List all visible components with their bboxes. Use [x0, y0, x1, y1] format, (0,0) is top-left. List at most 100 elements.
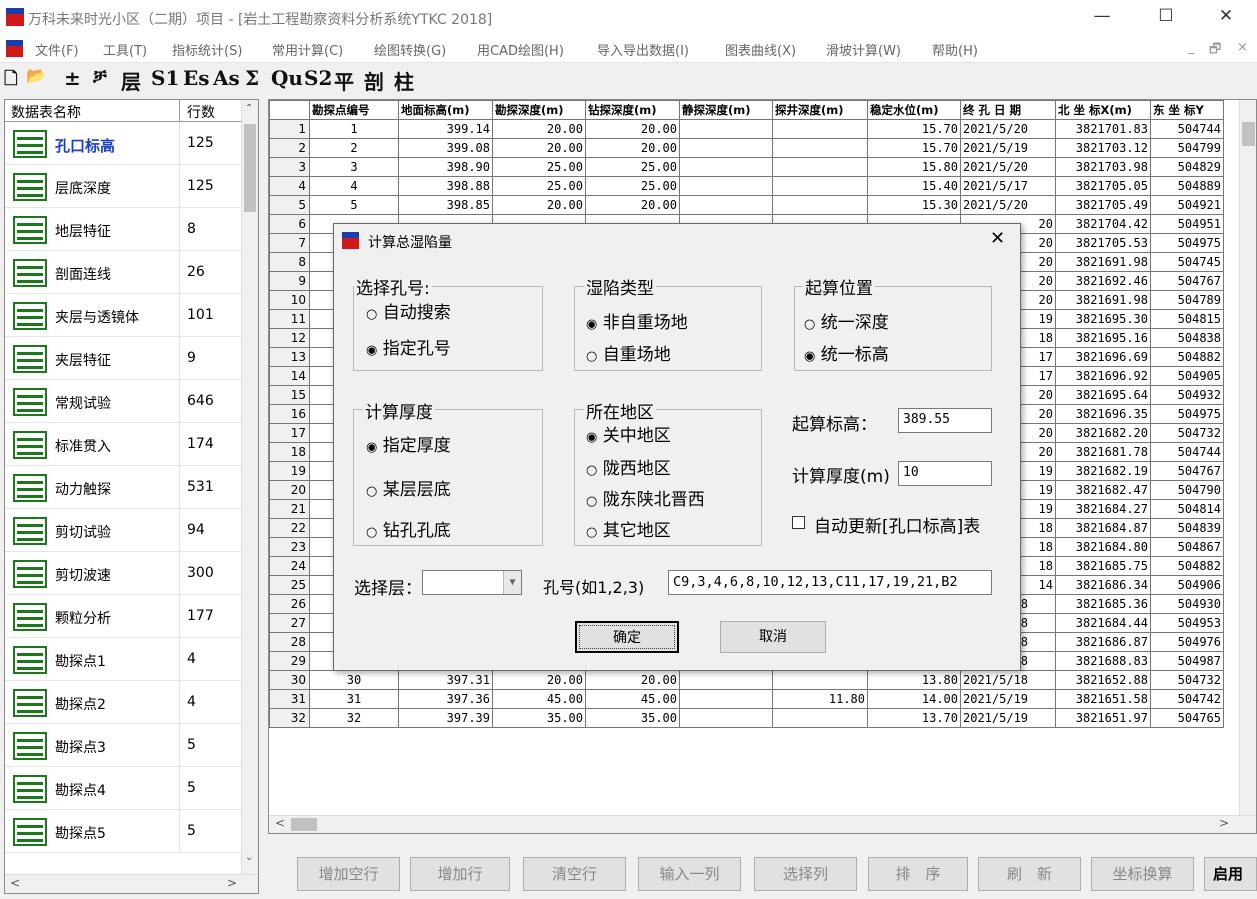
plan-tool-button[interactable]: 平 [334, 66, 354, 95]
grid-cell[interactable]: 504932 [1150, 385, 1224, 405]
grid-cell[interactable]: 3821704.42 [1055, 214, 1151, 234]
grid-cell[interactable]: 14.00 [867, 689, 961, 709]
grid-cell[interactable]: 504767 [1150, 271, 1224, 291]
grid-cell[interactable]: 504767 [1150, 461, 1224, 481]
grid-cell[interactable] [772, 138, 868, 158]
grid-cell[interactable]: 3821686.87 [1055, 632, 1151, 652]
grid-cell[interactable] [679, 157, 773, 177]
grid-cell[interactable]: 504744 [1150, 442, 1224, 462]
menu-import-export[interactable]: 导入导出数据(I) [597, 40, 689, 59]
grid-cell[interactable]: 3821688.83 [1055, 651, 1151, 671]
grid-cell[interactable] [772, 670, 868, 690]
grid-cell[interactable]: 3821682.47 [1055, 480, 1151, 500]
grid-cell[interactable]: 504829 [1150, 157, 1224, 177]
table-list-item[interactable]: 地层特征 8 [5, 208, 241, 251]
grid-cell[interactable] [772, 119, 868, 139]
refresh-button[interactable]: 刷 新 [978, 857, 1081, 891]
radio-hole-bottom[interactable]: ○ 钻孔孔底 [366, 516, 451, 541]
grid-cell[interactable]: 3821685.36 [1055, 594, 1151, 614]
grid-cell[interactable]: 3821685.75 [1055, 556, 1151, 576]
table-row[interactable]: 4 4 398.88 25.00 25.00 15.40 2021/5/17 3821705.… [269, 176, 1224, 196]
grid-cell[interactable]: 35.00 [492, 708, 586, 728]
table-list-item[interactable]: 勘探点2 4 [5, 681, 241, 724]
grid-column-header[interactable]: 东 坐 标Y [1150, 100, 1224, 120]
grid-cell[interactable]: 504732 [1150, 670, 1224, 690]
grid-cell[interactable]: 504839 [1150, 518, 1224, 538]
grid-cell[interactable]: 2021/5/20 [960, 119, 1056, 139]
grid-cell[interactable]: 3821696.35 [1055, 404, 1151, 424]
grid-cell[interactable]: 399.14 [398, 119, 493, 139]
grid-cell[interactable]: 20.00 [585, 138, 680, 158]
table-list-item[interactable]: 夹层与透镜体 101 [5, 294, 241, 337]
start-elevation-input[interactable]: 389.55 [898, 408, 992, 433]
mdi-app-icon[interactable] [6, 40, 23, 57]
grid-cell[interactable]: 2021/5/19 [960, 689, 1056, 709]
menu-file[interactable]: 文件(F) [35, 40, 79, 59]
grid-cell[interactable]: 45.00 [492, 689, 586, 709]
grid-cell[interactable]: 504790 [1150, 480, 1224, 500]
select-column-button[interactable]: 选择列 [754, 857, 857, 891]
grid-cell[interactable]: 3821684.27 [1055, 499, 1151, 519]
grid-column-header[interactable]: 静探深度(m) [679, 100, 773, 120]
table-list-item[interactable]: 勘探点1 4 [5, 638, 241, 681]
grid-cell[interactable]: 398.88 [398, 176, 493, 196]
grid-cell[interactable]: 3821695.16 [1055, 328, 1151, 348]
s1-tool-button[interactable]: S1 [151, 66, 179, 90]
grid-column-header[interactable]: 勘探深度(m) [492, 100, 586, 120]
grid-cell[interactable]: 3821651.58 [1055, 689, 1151, 709]
sort-button[interactable]: 排 序 [868, 857, 968, 891]
grid-cell[interactable] [772, 176, 868, 196]
table-list-hscrollbar[interactable]: < > [5, 874, 258, 893]
grid-cell[interactable] [679, 138, 773, 158]
grid-cell[interactable]: 504814 [1150, 499, 1224, 519]
grid-column-header[interactable]: 勘探点编号 [309, 100, 399, 120]
table-list-item[interactable]: 剪切试验 94 [5, 509, 241, 552]
coord-convert-button[interactable]: 坐标换算 [1091, 857, 1194, 891]
radio-uniform-depth[interactable]: ○ 统一深度 [804, 308, 889, 333]
s2-tool-button[interactable]: S2 [304, 66, 332, 90]
mdi-close-button[interactable]: × [1237, 40, 1248, 55]
radio-non-selfweight[interactable]: ◉ 非自重场地 [586, 308, 688, 333]
grid-cell[interactable]: 3821703.98 [1055, 157, 1151, 177]
menu-tools[interactable]: 工具(T) [103, 40, 147, 59]
grid-cell[interactable]: 3821705.53 [1055, 233, 1151, 253]
thickness-input[interactable]: 10 [898, 461, 992, 486]
chevron-down-icon[interactable]: ▼ [503, 571, 521, 594]
grid-cell[interactable]: 3821692.46 [1055, 271, 1151, 291]
grid-cell[interactable]: 15.70 [867, 119, 961, 139]
cancel-button[interactable]: 取消 [720, 621, 826, 653]
symbol-tool-icon[interactable]: ቻ [93, 66, 107, 87]
radio-specify-hole[interactable]: ◉ 指定孔号 [366, 334, 451, 359]
enable-button[interactable]: 启用 [1204, 857, 1257, 891]
grid-cell[interactable]: 504975 [1150, 233, 1224, 253]
grid-cell[interactable]: 15.70 [867, 138, 961, 158]
grid-cell[interactable]: 3821695.64 [1055, 385, 1151, 405]
grid-cell[interactable]: 30 [309, 670, 399, 690]
sum-tool-button[interactable]: Σ [245, 66, 259, 90]
table-list-item[interactable]: 颗粒分析 177 [5, 595, 241, 638]
grid-cell[interactable]: 504953 [1150, 613, 1224, 633]
grid-column-header[interactable]: 终 孔 日 期 [960, 100, 1056, 120]
grid-cell[interactable]: 35.00 [585, 708, 680, 728]
table-list-item[interactable]: 夹层特征 9 [5, 337, 241, 380]
new-file-icon[interactable]: 🗋 [4, 66, 18, 95]
table-list-item[interactable]: 剖面连线 26 [5, 251, 241, 294]
layer-select-dropdown[interactable]: ▼ [422, 570, 522, 595]
grid-cell[interactable]: 20.00 [585, 195, 680, 215]
grid-cell[interactable]: 3821705.49 [1055, 195, 1151, 215]
table-row[interactable]: 32 32 397.39 35.00 35.00 13.70 2021/5/19 382165… [269, 708, 1224, 728]
menu-cad[interactable]: 用CAD绘图(H) [477, 40, 564, 59]
grid-cell[interactable]: 504867 [1150, 537, 1224, 557]
table-list-item[interactable]: 勘探点4 5 [5, 767, 241, 810]
grid-cell[interactable]: 399.08 [398, 138, 493, 158]
close-window-button[interactable]: ✕ [1206, 6, 1246, 26]
grid-column-header[interactable]: 钻探深度(m) [585, 100, 680, 120]
maximize-button[interactable]: ☐ [1146, 6, 1186, 26]
grid-cell[interactable]: 3821705.05 [1055, 176, 1151, 196]
grid-cell[interactable] [679, 119, 773, 139]
grid-cell[interactable]: 25.00 [585, 157, 680, 177]
grid-cell[interactable] [679, 689, 773, 709]
header-row-count[interactable]: 行数 [187, 102, 215, 122]
grid-cell[interactable]: 3821691.98 [1055, 290, 1151, 310]
table-list-vscrollbar[interactable]: ⌃ ⌄ [241, 100, 258, 874]
